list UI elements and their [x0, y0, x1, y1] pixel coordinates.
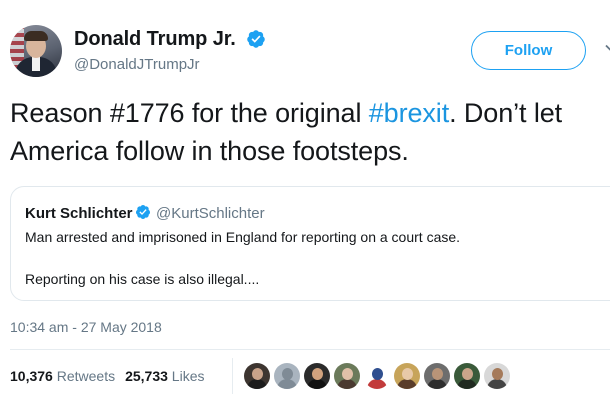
quoted-text-line2: Reporting on his case is also illegal...…: [25, 271, 260, 287]
liker-avatar-5[interactable]: [364, 363, 390, 389]
retweets-count: 10,376: [10, 368, 53, 384]
tweet-stats: 10,376 Retweets 25,733 Likes: [10, 368, 204, 384]
quoted-author-handle: @KurtSchlichter: [156, 205, 265, 222]
liker-avatar-7[interactable]: [424, 363, 450, 389]
liker-avatar-4[interactable]: [334, 363, 360, 389]
liker-avatar-3[interactable]: [304, 363, 330, 389]
avatar-hair: [24, 31, 48, 41]
likes-label: Likes: [171, 368, 205, 384]
avatar-head: [462, 368, 473, 380]
quoted-author-name: Kurt Schlichter: [25, 205, 133, 222]
tweet-text: Reason #1776 for the original #brexit. D…: [10, 94, 610, 170]
avatar-head: [282, 368, 293, 380]
avatar-head: [252, 368, 263, 380]
tweet-text-part1: Reason #1776 for the original: [10, 98, 369, 128]
avatar-body: [367, 379, 387, 389]
avatar-head: [432, 368, 443, 380]
follow-button[interactable]: Follow: [471, 31, 586, 70]
tweet-header: Donald Trump Jr. @DonaldJTrumpJr Follow: [10, 25, 610, 85]
stats-divider-top: [10, 349, 610, 350]
avatar-body: [487, 379, 507, 389]
avatar-body: [397, 379, 417, 389]
author-display-name[interactable]: Donald Trump Jr.: [74, 28, 236, 51]
verified-badge-icon: [135, 205, 150, 219]
avatar-body: [307, 379, 327, 389]
verified-badge-icon: [247, 30, 265, 48]
liker-avatar-9[interactable]: [484, 363, 510, 389]
likes-count: 25,733: [125, 368, 168, 384]
liker-avatar-1[interactable]: [244, 363, 270, 389]
avatar-head: [312, 368, 323, 380]
tweet-timestamp[interactable]: 10:34 am - 27 May 2018: [10, 319, 162, 335]
liker-avatar-8[interactable]: [454, 363, 480, 389]
quoted-text-line1: Man arrested and imprisoned in England f…: [25, 229, 461, 245]
liker-avatar-2[interactable]: [274, 363, 300, 389]
chevron-down-icon[interactable]: [604, 41, 610, 55]
author-handle[interactable]: @DonaldJTrumpJr: [74, 56, 200, 73]
hashtag-link[interactable]: #brexit: [369, 98, 449, 128]
liker-avatars: [244, 363, 544, 389]
quoted-tweet-card[interactable]: Kurt Schlichter @KurtSchlichter Man arre…: [10, 186, 610, 301]
avatar-body: [247, 379, 267, 389]
avatar-head: [402, 368, 413, 380]
stats-vertical-divider: [232, 358, 233, 394]
avatar-body: [457, 379, 477, 389]
retweets-stat[interactable]: 10,376 Retweets: [10, 368, 115, 384]
avatar-body: [277, 379, 297, 389]
avatar-body: [427, 379, 447, 389]
avatar-shirt: [32, 57, 40, 71]
avatar-head: [372, 368, 383, 380]
author-avatar[interactable]: [10, 25, 62, 77]
avatar-head: [342, 368, 353, 380]
avatar-body: [337, 379, 357, 389]
retweets-label: Retweets: [56, 368, 116, 384]
liker-avatar-6[interactable]: [394, 363, 420, 389]
likes-stat[interactable]: 25,733 Likes: [125, 368, 204, 384]
avatar-head: [492, 368, 503, 380]
